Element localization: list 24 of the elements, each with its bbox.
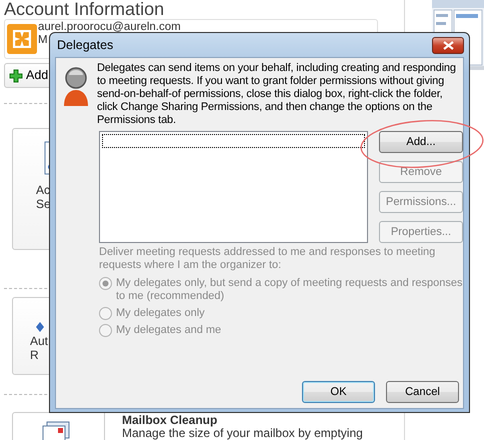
person-icon — [63, 66, 89, 108]
dialog-title: Delegates — [57, 38, 114, 52]
diamond-icon — [36, 322, 44, 332]
mail-stack-icon — [41, 421, 71, 440]
radio-label: My delegates only — [116, 307, 206, 320]
radio-label: My delegates and me — [116, 324, 222, 337]
cleanup-title: Mailbox Cleanup — [122, 414, 218, 427]
radio-label: My delegates only, but send a copy of meeting requests and responses to me (recommended) — [116, 277, 463, 303]
plus-icon — [9, 68, 23, 82]
dialog-button[interactable]: Cancel — [386, 381, 459, 403]
account-type: M — [38, 34, 48, 47]
exchange-icon — [7, 24, 37, 54]
page-title: Account Information — [4, 0, 166, 19]
account-email: aurel.proorocu@aureln.com — [38, 21, 181, 34]
tile-label: Aut R — [30, 334, 48, 362]
focus-row[interactable] — [102, 134, 365, 148]
close-icon — [442, 40, 454, 50]
dialog-button[interactable]: Add... — [379, 131, 463, 153]
cleanup-description: Manage the size of your mailbox by emptying — [122, 427, 363, 439]
close-button[interactable] — [432, 36, 464, 54]
delegates-list[interactable] — [99, 131, 368, 243]
delivery-label: Deliver meeting requests addressed to me and responses to meeting requests where I am the organizer to: — [99, 246, 436, 272]
intro-text: Delegates can send items on your behalf, including creating and responding to meeting requests. If you want to grant folder permissions without giving send-on-behalf-of permissions, close this dialog box, right-click the folder, click Change Sharing Permissions, and then change the options on the Permissions tab. — [97, 62, 457, 127]
dialog-button[interactable]: OK — [302, 381, 375, 403]
